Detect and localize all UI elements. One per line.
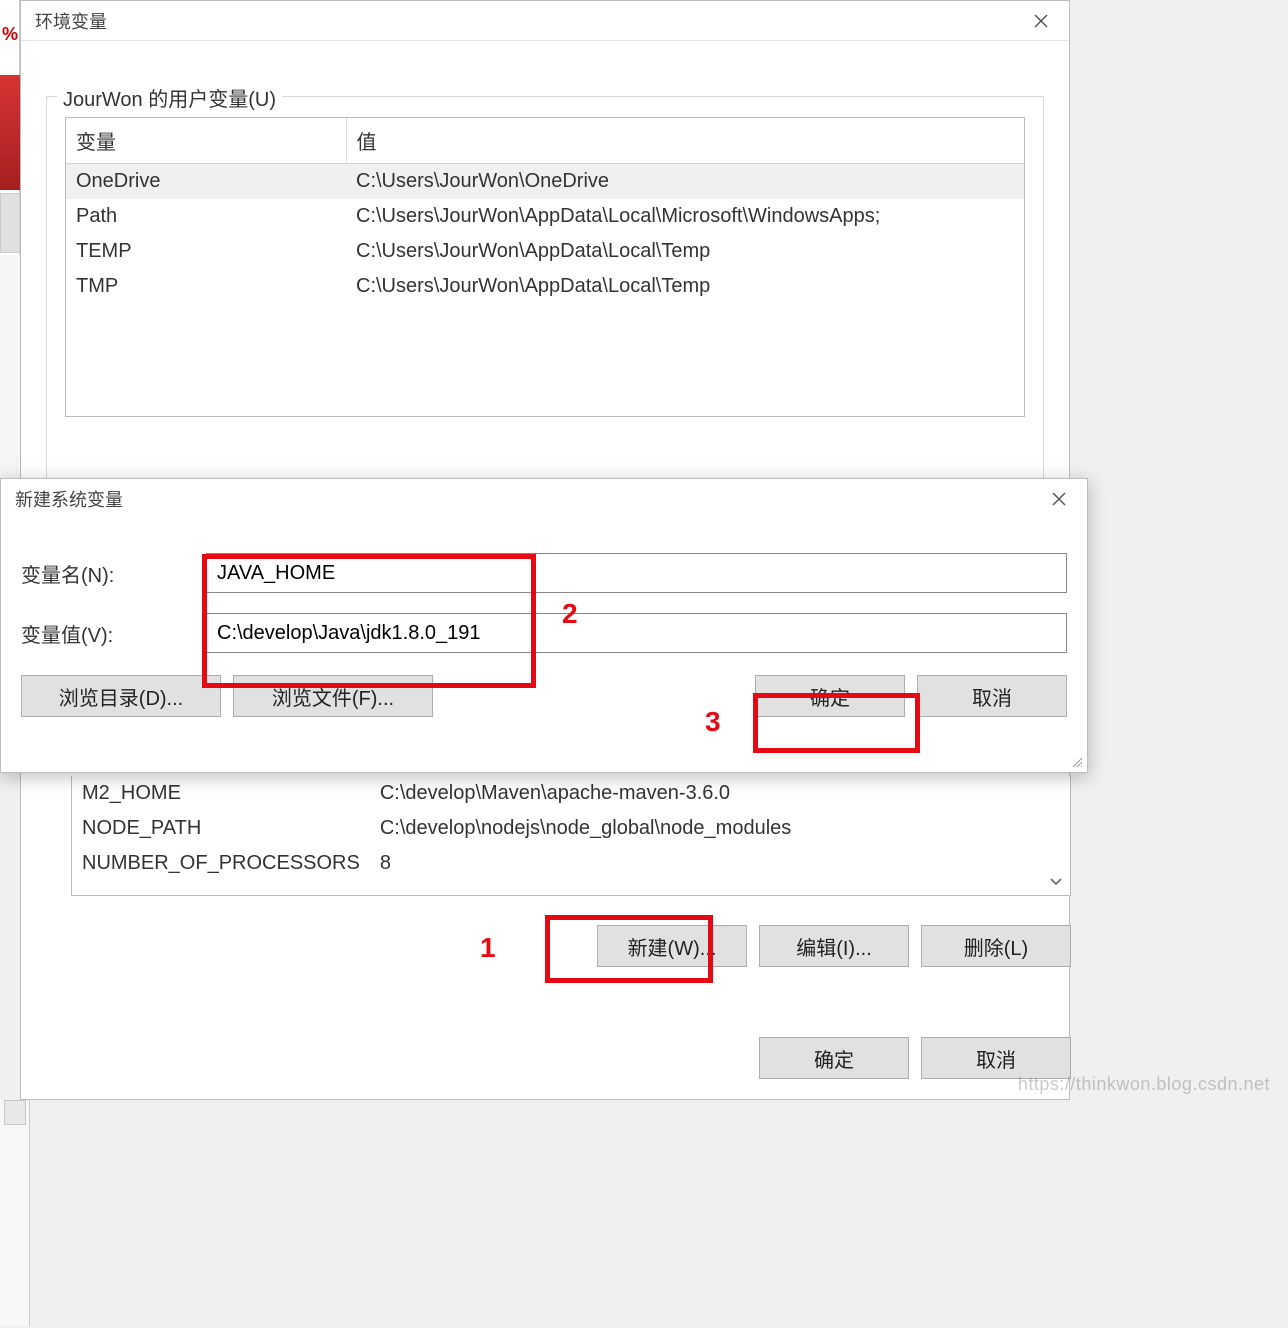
table-row[interactable]: Path C:\Users\JourWon\AppData\Local\Micr… [66, 199, 1024, 234]
edit-system-var-button[interactable]: 编辑(I)... [759, 925, 909, 967]
env-ok-button[interactable]: 确定 [759, 1037, 909, 1079]
resize-grip-icon[interactable] [1069, 754, 1083, 768]
truncated-gray-block [4, 1100, 26, 1125]
new-var-button-row: 浏览目录(D)... 浏览文件(F)... 确定 取消 [1, 653, 1087, 717]
close-icon [1052, 492, 1066, 506]
cell-name: M2_HOME [72, 776, 370, 811]
var-name-input[interactable] [206, 553, 1067, 593]
table-row[interactable]: NODE_PATH C:\develop\nodejs\node_global\… [72, 811, 1070, 846]
var-name-label: 变量名(N): [21, 559, 206, 588]
cell-name: Path [66, 199, 346, 234]
cell-value: C:\develop\nodejs\node_global\node_modul… [370, 811, 1070, 846]
cell-value: C:\Users\JourWon\AppData\Local\Temp [346, 269, 1024, 304]
cell-name: TMP [66, 269, 346, 304]
background-window-fragment-bottom [0, 1100, 30, 1326]
env-dialog-footer: 确定 取消 [71, 1037, 1071, 1079]
delete-system-var-button[interactable]: 删除(L) [921, 925, 1071, 967]
browse-directory-button[interactable]: 浏览目录(D)... [21, 675, 221, 717]
browse-file-button[interactable]: 浏览文件(F)... [233, 675, 433, 717]
column-header-name[interactable]: 变量 [66, 118, 346, 164]
cell-value: C:\Users\JourWon\OneDrive [346, 164, 1024, 200]
new-var-ok-button[interactable]: 确定 [755, 675, 905, 717]
close-button[interactable] [1021, 1, 1061, 41]
background-window-fragment: % [0, 0, 20, 490]
system-variables-table-fragment[interactable]: M2_HOME C:\develop\Maven\apache-maven-3.… [71, 776, 1071, 896]
column-header-value[interactable]: 值 [346, 118, 1024, 164]
watermark-text: https://thinkwon.blog.csdn.net [1018, 1074, 1270, 1095]
truncated-gray-tab2 [0, 255, 20, 490]
annotation-label-3: 3 [705, 706, 721, 738]
annotation-label-2: 2 [562, 598, 578, 630]
new-system-var-button[interactable]: 新建(W)... [597, 925, 747, 967]
system-var-button-row: 新建(W)... 编辑(I)... 删除(L) [71, 925, 1071, 967]
new-var-cancel-button[interactable]: 取消 [917, 675, 1067, 717]
cell-name: NUMBER_OF_PROCESSORS [72, 846, 370, 881]
var-name-row: 变量名(N): [1, 553, 1087, 593]
cell-name: TEMP [66, 234, 346, 269]
table-row[interactable]: NUMBER_OF_PROCESSORS 8 [72, 846, 1070, 881]
truncated-red-tab [0, 75, 20, 190]
cell-value: 8 [370, 846, 1070, 881]
table-row[interactable]: M2_HOME C:\develop\Maven\apache-maven-3.… [72, 776, 1070, 811]
table-row[interactable]: OneDrive C:\Users\JourWon\OneDrive [66, 164, 1024, 200]
var-value-input[interactable] [206, 613, 1067, 653]
table-row[interactable]: TMP C:\Users\JourWon\AppData\Local\Temp [66, 269, 1024, 304]
env-cancel-button[interactable]: 取消 [921, 1037, 1071, 1079]
cell-name: OneDrive [66, 164, 346, 200]
table-row[interactable]: TEMP C:\Users\JourWon\AppData\Local\Temp [66, 234, 1024, 269]
new-var-titlebar: 新建系统变量 [1, 479, 1087, 519]
annotation-label-1: 1 [480, 932, 496, 964]
cell-value: C:\Users\JourWon\AppData\Local\Microsoft… [346, 199, 1024, 234]
var-value-row: 变量值(V): [1, 613, 1087, 653]
truncated-percent-text: % [2, 24, 18, 45]
chevron-down-icon[interactable] [1048, 873, 1064, 889]
new-var-title: 新建系统变量 [15, 486, 123, 512]
user-variables-label: JourWon 的用户变量(U) [57, 83, 282, 112]
user-variables-table[interactable]: 变量 值 OneDrive C:\Users\JourWon\OneDrive … [65, 117, 1025, 417]
new-system-variable-dialog: 新建系统变量 变量名(N): 变量值(V): 浏览目录(D)... 浏览文件(F… [0, 478, 1088, 773]
var-value-label: 变量值(V): [21, 619, 206, 648]
truncated-gray-tab [0, 193, 20, 253]
env-dialog-titlebar: 环境变量 [21, 1, 1069, 41]
cell-value: C:\Users\JourWon\AppData\Local\Temp [346, 234, 1024, 269]
cell-name: NODE_PATH [72, 811, 370, 846]
close-button[interactable] [1039, 479, 1079, 519]
cell-value: C:\develop\Maven\apache-maven-3.6.0 [370, 776, 1070, 811]
close-icon [1034, 14, 1048, 28]
env-dialog-title: 环境变量 [35, 8, 107, 34]
user-variables-groupbox: JourWon 的用户变量(U) 变量 值 OneDrive C:\Users\… [46, 96, 1044, 486]
